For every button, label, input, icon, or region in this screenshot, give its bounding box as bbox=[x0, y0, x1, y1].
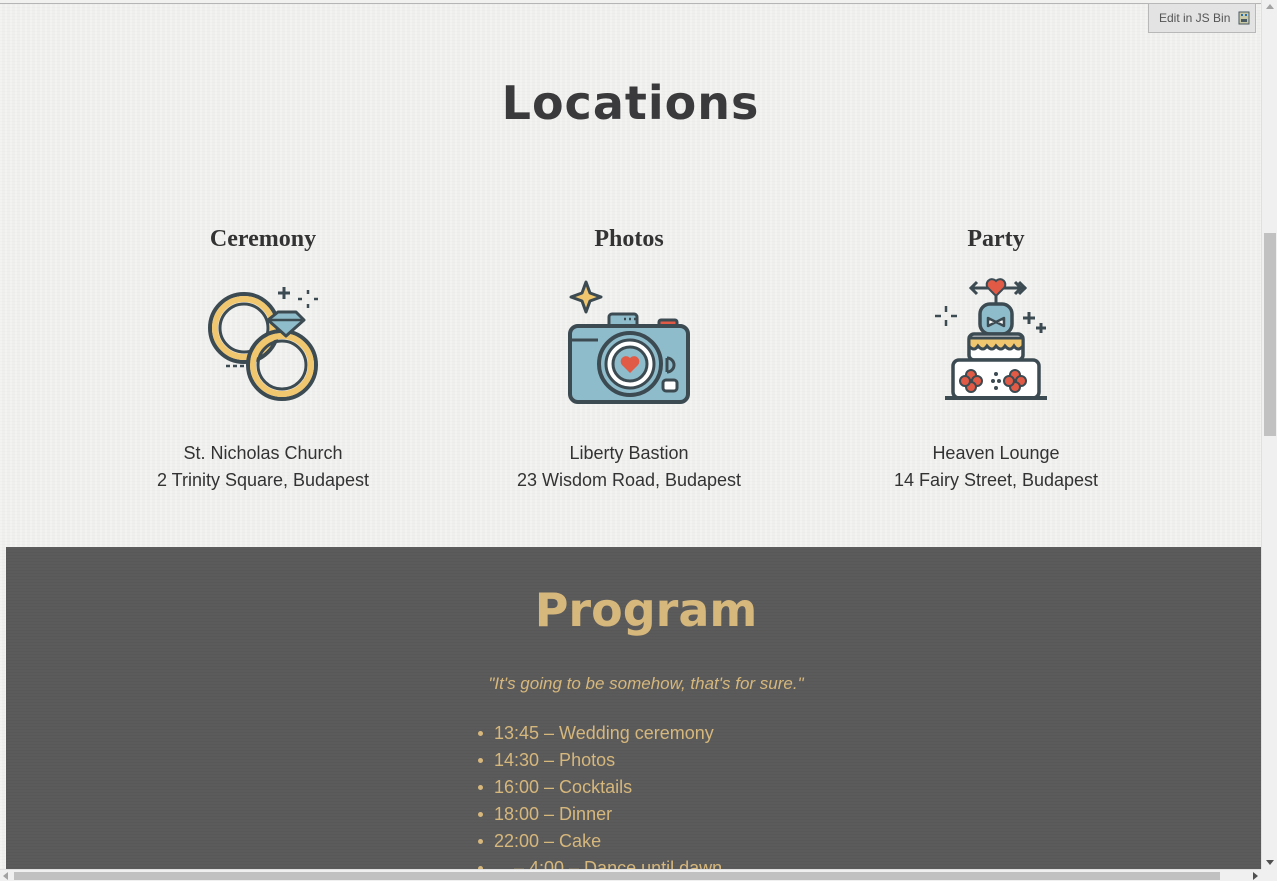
location-address-block: Heaven Lounge 14 Fairy Street, Budapest bbox=[836, 440, 1156, 494]
location-ceremony: Ceremony St. Nicholas Church 2 Trinity S… bbox=[103, 224, 423, 494]
location-name: Liberty Bastion bbox=[569, 443, 689, 463]
program-quote: "It's going to be somehow, that's for su… bbox=[488, 674, 804, 693]
program-item: 13:45 – Wedding ceremony bbox=[478, 720, 722, 747]
bullet-icon bbox=[478, 731, 483, 736]
program-item-text: 14:30 – Photos bbox=[494, 750, 616, 770]
camera-icon bbox=[568, 280, 690, 404]
scroll-right-arrow-icon[interactable] bbox=[1253, 872, 1258, 880]
program-section: Program "It's going to be somehow, that'… bbox=[6, 547, 1261, 869]
bullet-icon bbox=[478, 758, 483, 763]
scroll-left-arrow-icon[interactable] bbox=[3, 872, 8, 880]
wedding-rings-icon bbox=[208, 287, 318, 401]
program-item: 18:00 – Dinner bbox=[478, 801, 722, 828]
edit-in-jsbin-button[interactable]: Edit in JS Bin bbox=[1148, 3, 1256, 33]
program-item: ... – 4:00 – Dance until dawn bbox=[478, 855, 723, 869]
location-address-block: Liberty Bastion 23 Wisdom Road, Budapest bbox=[469, 440, 789, 494]
location-address: 2 Trinity Square, Budapest bbox=[156, 470, 370, 490]
scrollbar-corner bbox=[1261, 869, 1277, 881]
program-item-text: 18:00 – Dinner bbox=[494, 804, 613, 824]
location-heading: Party bbox=[967, 226, 1025, 252]
frame-top-border bbox=[0, 3, 1261, 4]
wedding-cake-icon bbox=[935, 278, 1047, 400]
bullet-icon bbox=[478, 812, 483, 817]
horizontal-scroll-thumb[interactable] bbox=[14, 872, 1220, 880]
program-list: 13:45 – Wedding ceremony 14:30 – Photos … bbox=[478, 720, 723, 869]
scroll-down-arrow-icon[interactable] bbox=[1266, 860, 1274, 865]
vertical-scrollbar[interactable] bbox=[1261, 0, 1277, 869]
location-name: St. Nicholas Church bbox=[183, 443, 343, 463]
program-title: Program bbox=[534, 583, 758, 637]
program-item: 14:30 – Photos bbox=[478, 747, 722, 774]
location-address: 23 Wisdom Road, Budapest bbox=[516, 470, 742, 490]
program-item-text: 16:00 – Cocktails bbox=[494, 777, 633, 797]
location-photos: Photos Liberty Bastion 23 Wisdom Road, B… bbox=[469, 224, 789, 494]
program-item: 16:00 – Cocktails bbox=[478, 774, 722, 801]
bullet-icon bbox=[478, 785, 483, 790]
scroll-up-arrow-icon[interactable] bbox=[1266, 4, 1274, 9]
page-viewport: Locations Ceremony St. Nicholas Church 2… bbox=[0, 4, 1261, 869]
edit-in-jsbin-label: Edit in JS Bin bbox=[1159, 11, 1231, 25]
jsbin-logo-icon bbox=[1238, 11, 1250, 25]
program-item: 22:00 – Cake bbox=[478, 828, 722, 855]
program-item-text: 22:00 – Cake bbox=[494, 831, 602, 851]
bullet-icon bbox=[478, 839, 483, 844]
location-name: Heaven Lounge bbox=[932, 443, 1060, 463]
horizontal-scrollbar[interactable] bbox=[0, 869, 1261, 881]
location-heading: Photos bbox=[594, 226, 664, 252]
program-item-text: 13:45 – Wedding ceremony bbox=[494, 723, 714, 743]
program-item-text: ... – 4:00 – Dance until dawn bbox=[494, 858, 723, 869]
location-party: Party Heaven Lounge 14 Fairy Street, Bud… bbox=[836, 224, 1156, 494]
location-heading: Ceremony bbox=[209, 226, 317, 252]
location-address-block: St. Nicholas Church 2 Trinity Square, Bu… bbox=[103, 440, 423, 494]
location-address: 14 Fairy Street, Budapest bbox=[893, 470, 1099, 490]
vertical-scroll-thumb[interactable] bbox=[1264, 233, 1276, 436]
locations-title: Locations bbox=[501, 76, 760, 130]
